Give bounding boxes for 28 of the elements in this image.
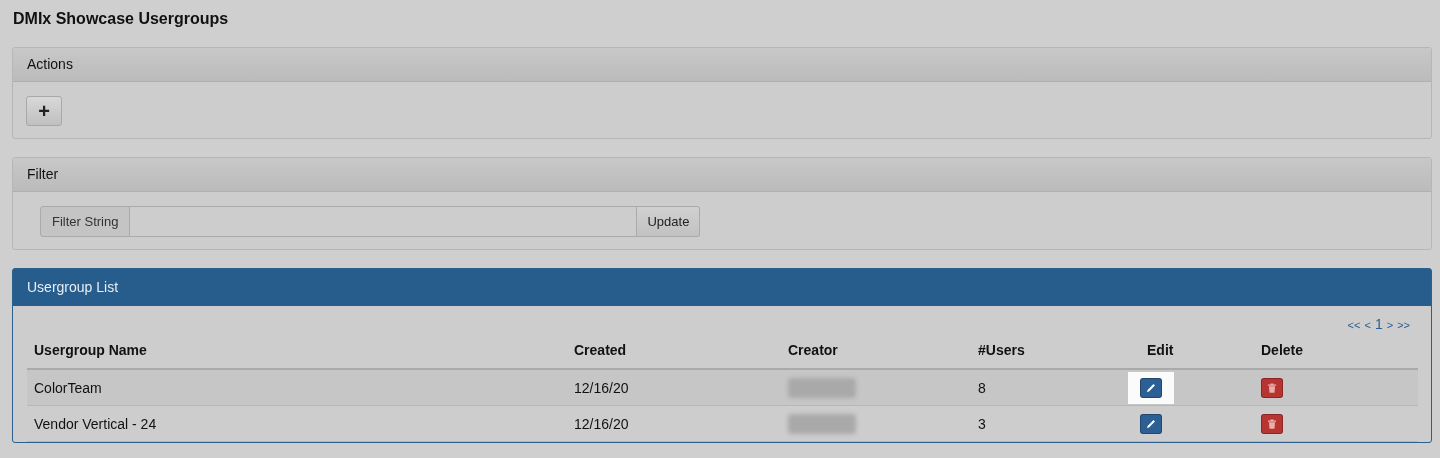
filter-label: Filter String bbox=[40, 206, 131, 237]
table-cell: Vendor Vertical - 24 bbox=[27, 405, 567, 442]
edit-button[interactable] bbox=[1140, 413, 1162, 434]
trash-icon bbox=[1266, 381, 1278, 394]
blurred-creator bbox=[788, 413, 856, 434]
table-cell: 12/16/20 bbox=[567, 369, 781, 406]
delete-button[interactable] bbox=[1261, 377, 1283, 398]
filter-input[interactable] bbox=[130, 206, 638, 237]
panel-title: Usergroup List bbox=[27, 279, 119, 295]
table-cell: ColorTeam bbox=[27, 369, 567, 406]
pagination-link[interactable]: > bbox=[1386, 319, 1394, 331]
update-button[interactable]: Update bbox=[637, 206, 701, 237]
pagination-link[interactable]: << bbox=[1347, 319, 1361, 331]
pagination-link[interactable]: >> bbox=[1397, 319, 1410, 331]
pencil-icon bbox=[1145, 417, 1157, 430]
trash-icon bbox=[1266, 417, 1278, 430]
pagination-link[interactable]: 1 bbox=[1374, 316, 1383, 332]
edit-button[interactable] bbox=[1140, 377, 1162, 398]
panel-title: Filter bbox=[27, 166, 59, 182]
pagination-link[interactable]: < bbox=[1364, 319, 1371, 331]
table-cell: 12/16/20 bbox=[567, 405, 781, 442]
panel-title: Actions bbox=[27, 56, 73, 72]
blurred-creator bbox=[788, 377, 856, 398]
delete-button[interactable] bbox=[1261, 413, 1283, 434]
page-title: DMIx Showcase Usergroups bbox=[13, 10, 230, 28]
table-cell: 3 bbox=[971, 405, 1140, 442]
add-button[interactable]: + bbox=[26, 96, 62, 126]
pencil-icon bbox=[1145, 381, 1157, 394]
